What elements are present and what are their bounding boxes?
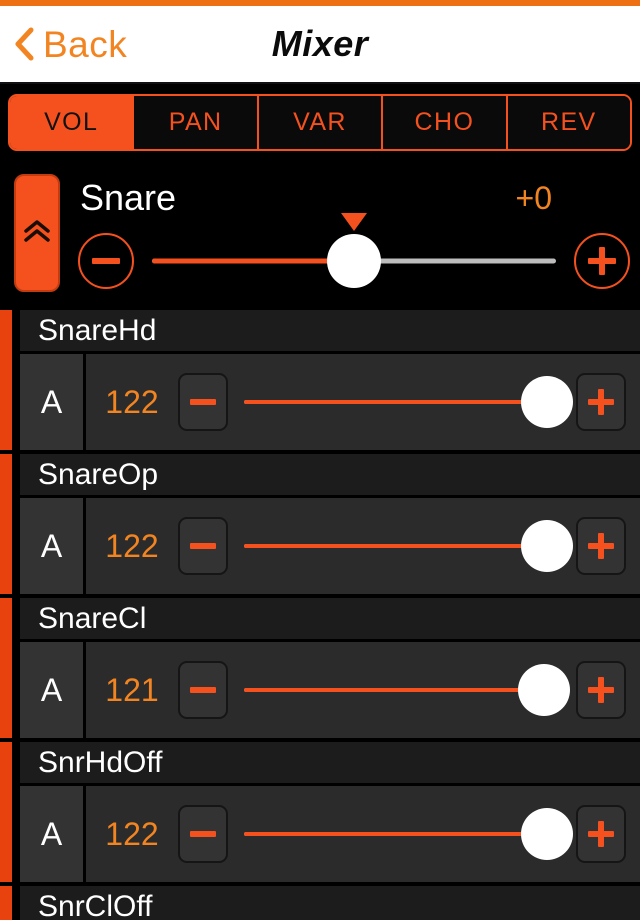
track-channel-label: A — [20, 786, 86, 882]
track-body: SnareOp A 122 — [20, 454, 640, 594]
track-row: SnareOp A 122 — [0, 454, 640, 594]
track-gap — [12, 310, 20, 450]
master-slider-knob[interactable] — [327, 234, 381, 288]
track-row: SnrClOffA122 — [0, 886, 640, 920]
tab-bar-container: VOL PAN VAR CHO REV — [0, 84, 640, 160]
track-gap — [12, 742, 20, 882]
minus-icon — [190, 543, 216, 549]
track-row: SnareCl A 121 — [0, 598, 640, 738]
track-channel-label: A — [20, 642, 86, 738]
track-slider-fill — [244, 400, 548, 404]
track-name: SnareOp — [20, 454, 640, 498]
navigation-bar: Back Mixer — [0, 6, 640, 84]
track-gap — [12, 598, 20, 738]
master-controls — [78, 213, 630, 292]
track-name: SnareHd — [20, 310, 640, 354]
track-row: SnrHdOff A 122 — [0, 742, 640, 882]
minus-icon — [190, 831, 216, 837]
master-plus-button[interactable] — [574, 233, 630, 289]
track-plus-button[interactable] — [576, 517, 626, 575]
master-body: Snare +0 — [78, 174, 630, 292]
track-minus-button[interactable] — [178, 661, 228, 719]
track-plus-button[interactable] — [576, 805, 626, 863]
track-volume-slider[interactable] — [244, 805, 574, 863]
master-volume-slider[interactable] — [152, 213, 556, 289]
tab-cho[interactable]: CHO — [381, 96, 506, 149]
track-body: SnareHd A 122 — [20, 310, 640, 450]
track-body: SnrHdOff A 122 — [20, 742, 640, 882]
minus-circle-icon — [92, 258, 120, 264]
track-name: SnrHdOff — [20, 742, 640, 786]
track-volume-slider[interactable] — [244, 373, 574, 431]
collapse-button[interactable] — [14, 174, 60, 292]
track-minus-button[interactable] — [178, 805, 228, 863]
back-label: Back — [43, 23, 128, 65]
track-name: SnrClOff — [20, 886, 640, 920]
master-slider-marker — [341, 213, 367, 231]
track-slider-fill — [244, 688, 545, 692]
track-value: 122 — [105, 527, 159, 564]
track-slider-knob[interactable] — [518, 664, 571, 716]
track-body: SnrClOffA122 — [20, 886, 640, 920]
minus-icon — [190, 399, 216, 405]
master-minus-button[interactable] — [78, 233, 134, 289]
track-controls: A 122 — [20, 786, 640, 882]
track-slider-knob[interactable] — [521, 808, 574, 860]
master-slider-fill — [152, 258, 354, 264]
track-value: 122 — [105, 815, 159, 852]
track-list[interactable]: SnareHd A 122 SnareOp A 122 SnareCl A 121 SnrHdOf… — [0, 310, 640, 920]
track-slider-fill — [244, 544, 548, 548]
master-name: Snare — [80, 177, 177, 218]
track-gap — [12, 886, 20, 920]
tab-pan[interactable]: PAN — [132, 96, 257, 149]
master-value: +0 — [515, 180, 552, 216]
tab-rev[interactable]: REV — [505, 96, 630, 149]
track-gap — [12, 454, 20, 594]
track-row: SnareHd A 122 — [0, 310, 640, 450]
track-volume-slider[interactable] — [244, 517, 574, 575]
mixer-screen: Back Mixer VOLPANVARCHOREV Snare +0 — [0, 0, 640, 920]
track-accent-bar — [0, 886, 12, 920]
master-channel-row: Snare +0 — [0, 160, 640, 306]
track-plus-button[interactable] — [576, 661, 626, 719]
track-minus-button[interactable] — [178, 517, 228, 575]
track-volume-slider[interactable] — [244, 661, 571, 719]
track-minus-button[interactable] — [178, 373, 228, 431]
track-accent-bar — [0, 598, 12, 738]
track-accent-bar — [0, 742, 12, 882]
minus-icon — [190, 687, 216, 693]
track-controls: A 122 — [20, 498, 640, 594]
double-chevron-up-icon — [22, 218, 52, 249]
tab-bar: VOL PAN VAR CHO REV — [8, 94, 632, 151]
tab-var[interactable]: VAR — [256, 96, 382, 149]
track-plus-button[interactable] — [576, 373, 626, 431]
track-value: 121 — [105, 671, 159, 708]
chevron-left-icon — [14, 27, 34, 61]
track-body: SnareCl A 121 — [20, 598, 640, 738]
track-slider-knob[interactable] — [521, 520, 574, 572]
track-slider-fill — [244, 832, 548, 836]
track-channel-label: A — [20, 498, 86, 594]
track-value: 122 — [105, 383, 159, 420]
track-channel-label: A — [20, 354, 86, 450]
track-controls: A 121 — [20, 642, 640, 738]
track-name: SnareCl — [20, 598, 640, 642]
track-controls: A 122 — [20, 354, 640, 450]
tab-vol[interactable]: VOL — [10, 96, 133, 149]
track-accent-bar — [0, 310, 12, 450]
track-accent-bar — [0, 454, 12, 594]
track-slider-knob[interactable] — [521, 376, 574, 428]
back-button[interactable]: Back — [0, 6, 127, 82]
